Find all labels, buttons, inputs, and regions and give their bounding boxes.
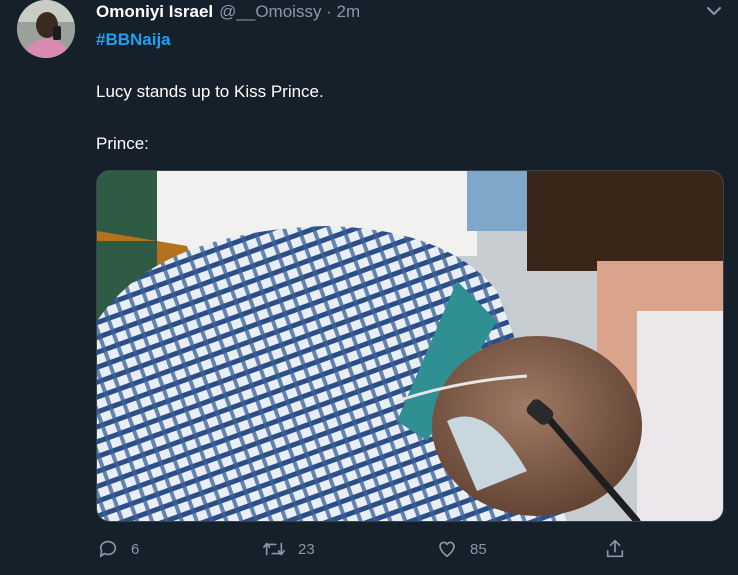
retweet-count: 23 xyxy=(298,540,315,558)
avatar-photo xyxy=(17,0,75,58)
avatar[interactable] xyxy=(17,0,75,58)
retweet-icon xyxy=(263,542,285,556)
like-count: 85 xyxy=(470,540,487,558)
share-icon xyxy=(606,539,624,558)
reply-count: 6 xyxy=(131,540,140,558)
retweet-button[interactable]: 23 xyxy=(262,538,315,560)
tweet-text-line-2: Prince: xyxy=(96,134,149,153)
like-icon xyxy=(439,541,455,558)
tweet-media-image[interactable] xyxy=(96,170,724,522)
tweet-text-line-1: Lucy stands up to Kiss Prince. xyxy=(96,82,324,101)
reply-icon xyxy=(99,540,117,558)
tweet-header: Omoniyi Israel @__Omoissy · 2m xyxy=(96,0,360,24)
author-name[interactable]: Omoniyi Israel xyxy=(96,2,213,22)
hashtag-link[interactable]: #BBNaija xyxy=(96,30,171,50)
reply-button[interactable]: 6 xyxy=(97,538,139,560)
tweet-action-bar: 6 23 85 xyxy=(0,530,738,570)
media-photo xyxy=(97,171,723,521)
like-button[interactable]: 85 xyxy=(436,538,487,560)
share-button[interactable] xyxy=(604,538,638,560)
author-handle-time[interactable]: @__Omoissy · 2m xyxy=(219,2,360,22)
chevron-down-icon[interactable] xyxy=(704,2,724,20)
